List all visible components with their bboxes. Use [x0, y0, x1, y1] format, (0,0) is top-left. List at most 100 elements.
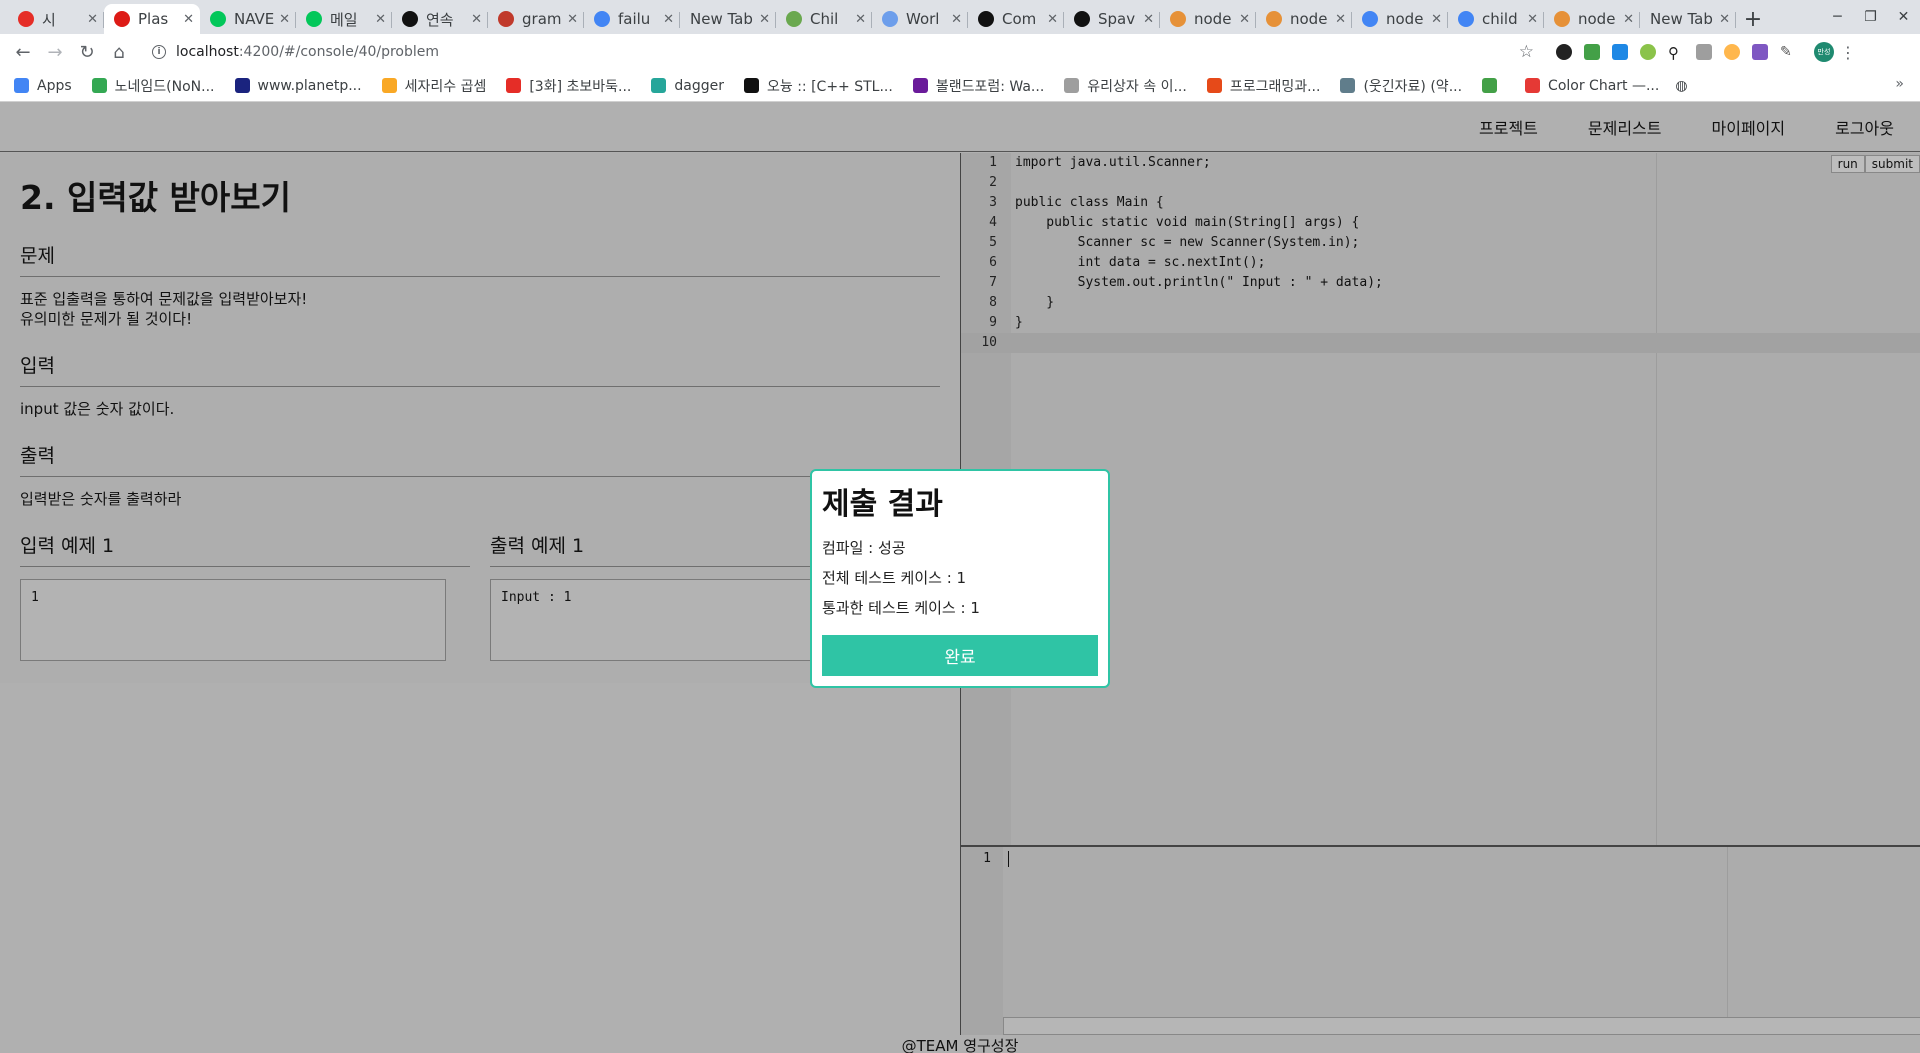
bookmark-item[interactable]	[1482, 78, 1505, 93]
console-horizontal-scrollbar[interactable]	[1003, 1017, 1920, 1035]
example-input-box[interactable]: 1	[20, 579, 446, 661]
tab-close-icon[interactable]: ✕	[471, 12, 482, 27]
browser-tab[interactable]: node ✕	[1256, 4, 1352, 34]
browser-tab[interactable]: New Tab ✕	[1640, 4, 1736, 34]
tab-close-icon[interactable]: ✕	[663, 12, 674, 27]
browser-tab[interactable]: Plas ✕	[104, 4, 200, 34]
nav-logout[interactable]: 로그아웃	[1835, 115, 1894, 139]
bookmark-item[interactable]: 볼랜드포럼: Wa...	[912, 76, 1044, 96]
forward-icon[interactable]: →	[40, 37, 70, 67]
code-line[interactable]: 8 }	[961, 293, 1920, 313]
bookmark-star-icon[interactable]: ☆	[1519, 42, 1534, 62]
bookmark-item[interactable]: 노네임드(NoN...	[91, 76, 215, 96]
code-line[interactable]: 4 public static void main(String[] args)…	[961, 213, 1920, 233]
bookmark-label: Color Chart —...	[1548, 77, 1660, 94]
extension-node-icon[interactable]	[1640, 44, 1656, 60]
bookmark-globe-icon[interactable]: ◍	[1675, 78, 1687, 94]
run-button[interactable]: run	[1830, 155, 1865, 173]
tab-close-icon[interactable]: ✕	[87, 12, 98, 27]
bookmark-label: 세자리수 곱셈	[404, 78, 487, 95]
bookmark-item[interactable]: (웃긴자료) (약...	[1340, 76, 1462, 96]
browser-tab[interactable]: child ✕	[1448, 4, 1544, 34]
bookmark-item[interactable]: [3화] 초보바둑...	[506, 76, 631, 96]
browser-tab[interactable]: Spav ✕	[1064, 4, 1160, 34]
extension-card-icon[interactable]	[1612, 44, 1628, 60]
tab-close-icon[interactable]: ✕	[1527, 12, 1538, 27]
browser-tab[interactable]: New Tab ✕	[680, 4, 776, 34]
tab-close-icon[interactable]: ✕	[183, 12, 194, 27]
menu-kebab-icon[interactable]: ⋮	[1840, 43, 1856, 62]
profile-avatar[interactable]: 만성	[1814, 42, 1834, 62]
extension-cors-icon[interactable]	[1584, 44, 1600, 60]
extension-glasses-icon[interactable]	[1556, 44, 1572, 60]
editor-lines[interactable]: 1 import java.util.Scanner; 2 3 public class…	[961, 153, 1920, 353]
tab-close-icon[interactable]: ✕	[951, 12, 962, 27]
address-bar[interactable]: i localhost:4200/#/console/40/problem ☆	[142, 37, 1542, 67]
restore-icon[interactable]: ❐	[1854, 0, 1887, 34]
minimize-icon[interactable]: ─	[1821, 0, 1854, 34]
bookmark-item[interactable]: 세자리수 곱셈	[381, 76, 487, 96]
browser-tab[interactable]: gram ✕	[488, 4, 584, 34]
extension-camera-icon[interactable]	[1696, 44, 1712, 60]
new-tab-button[interactable]: +	[1736, 4, 1770, 34]
tab-close-icon[interactable]: ✕	[759, 12, 770, 27]
browser-tab[interactable]: NAVE ✕	[200, 4, 296, 34]
tab-close-icon[interactable]: ✕	[567, 12, 578, 27]
nav-project[interactable]: 프로젝트	[1479, 115, 1538, 139]
home-icon[interactable]: ⌂	[104, 37, 134, 67]
bookmark-item[interactable]: dagger	[651, 78, 724, 94]
bookmark-item[interactable]: Color Chart —...	[1525, 78, 1659, 94]
tab-close-icon[interactable]: ✕	[855, 12, 866, 27]
nav-mypage[interactable]: 마이페이지	[1712, 115, 1786, 139]
tab-close-icon[interactable]: ✕	[1719, 12, 1730, 27]
browser-tab[interactable]: 메일 ✕	[296, 4, 392, 34]
bookmark-item[interactable]: Apps	[14, 78, 72, 94]
tab-close-icon[interactable]: ✕	[375, 12, 386, 27]
code-line[interactable]: 1 import java.util.Scanner;	[961, 153, 1920, 173]
code-line[interactable]: 3 public class Main {	[961, 193, 1920, 213]
console-panel[interactable]: 1	[960, 845, 1920, 1035]
tab-close-icon[interactable]: ✕	[1623, 12, 1634, 27]
close-window-icon[interactable]: ✕	[1887, 0, 1920, 34]
bookmarks-overflow-icon[interactable]: »	[1895, 76, 1904, 92]
browser-tab[interactable]: 시 ✕	[8, 4, 104, 34]
extension-pen-icon[interactable]: ✎	[1780, 44, 1796, 60]
bookmark-item[interactable]: 프로그래밍과...	[1206, 76, 1321, 96]
extension-cookie-icon[interactable]	[1724, 44, 1740, 60]
submit-button[interactable]: submit	[1864, 155, 1920, 173]
back-icon[interactable]: ←	[8, 37, 38, 67]
code-line[interactable]: 10	[961, 333, 1920, 353]
extension-search-icon[interactable]: ⚲	[1668, 44, 1684, 62]
bookmark-list: Apps 노네임드(NoN... www.planetp... 세자리수 곱셈 [3화]…	[14, 76, 1679, 96]
line-number: 4	[989, 215, 997, 230]
browser-tab[interactable]: node ✕	[1352, 4, 1448, 34]
code-line[interactable]: 6 int data = sc.nextInt();	[961, 253, 1920, 273]
bookmark-item[interactable]: www.planetp...	[234, 78, 362, 94]
bookmark-label: 오늉 :: [C++ STL...	[766, 78, 893, 95]
browser-tab[interactable]: Com ✕	[968, 4, 1064, 34]
browser-tab[interactable]: failu ✕	[584, 4, 680, 34]
site-info-icon[interactable]: i	[152, 45, 166, 59]
tab-close-icon[interactable]: ✕	[1047, 12, 1058, 27]
extension-puzzle-icon[interactable]	[1752, 44, 1768, 60]
browser-tab[interactable]: node ✕	[1544, 4, 1640, 34]
reload-icon[interactable]: ↻	[72, 37, 102, 67]
browser-tab[interactable]: node ✕	[1160, 4, 1256, 34]
code-line[interactable]: 2	[961, 173, 1920, 193]
browser-tab[interactable]: 연속 ✕	[392, 4, 488, 34]
browser-tab[interactable]: Worl ✕	[872, 4, 968, 34]
code-line[interactable]: 9}	[961, 313, 1920, 333]
nav-problem-list[interactable]: 문제리스트	[1588, 115, 1662, 139]
tab-close-icon[interactable]: ✕	[1335, 12, 1346, 27]
tab-close-icon[interactable]: ✕	[1143, 12, 1154, 27]
code-line[interactable]: 5 Scanner sc = new Scanner(System.in);	[961, 233, 1920, 253]
browser-tab[interactable]: Chil ✕	[776, 4, 872, 34]
bookmark-item[interactable]: 오늉 :: [C++ STL...	[743, 76, 893, 96]
bookmark-item[interactable]: 유리상자 속 이...	[1064, 76, 1187, 96]
tab-close-icon[interactable]: ✕	[1239, 12, 1250, 27]
bookmark-label: 프로그래밍과...	[1229, 78, 1321, 95]
tab-close-icon[interactable]: ✕	[1431, 12, 1442, 27]
code-line[interactable]: 7 System.out.println(" Input : " + data)…	[961, 273, 1920, 293]
confirm-button[interactable]: 완료	[822, 635, 1098, 676]
tab-close-icon[interactable]: ✕	[279, 12, 290, 27]
